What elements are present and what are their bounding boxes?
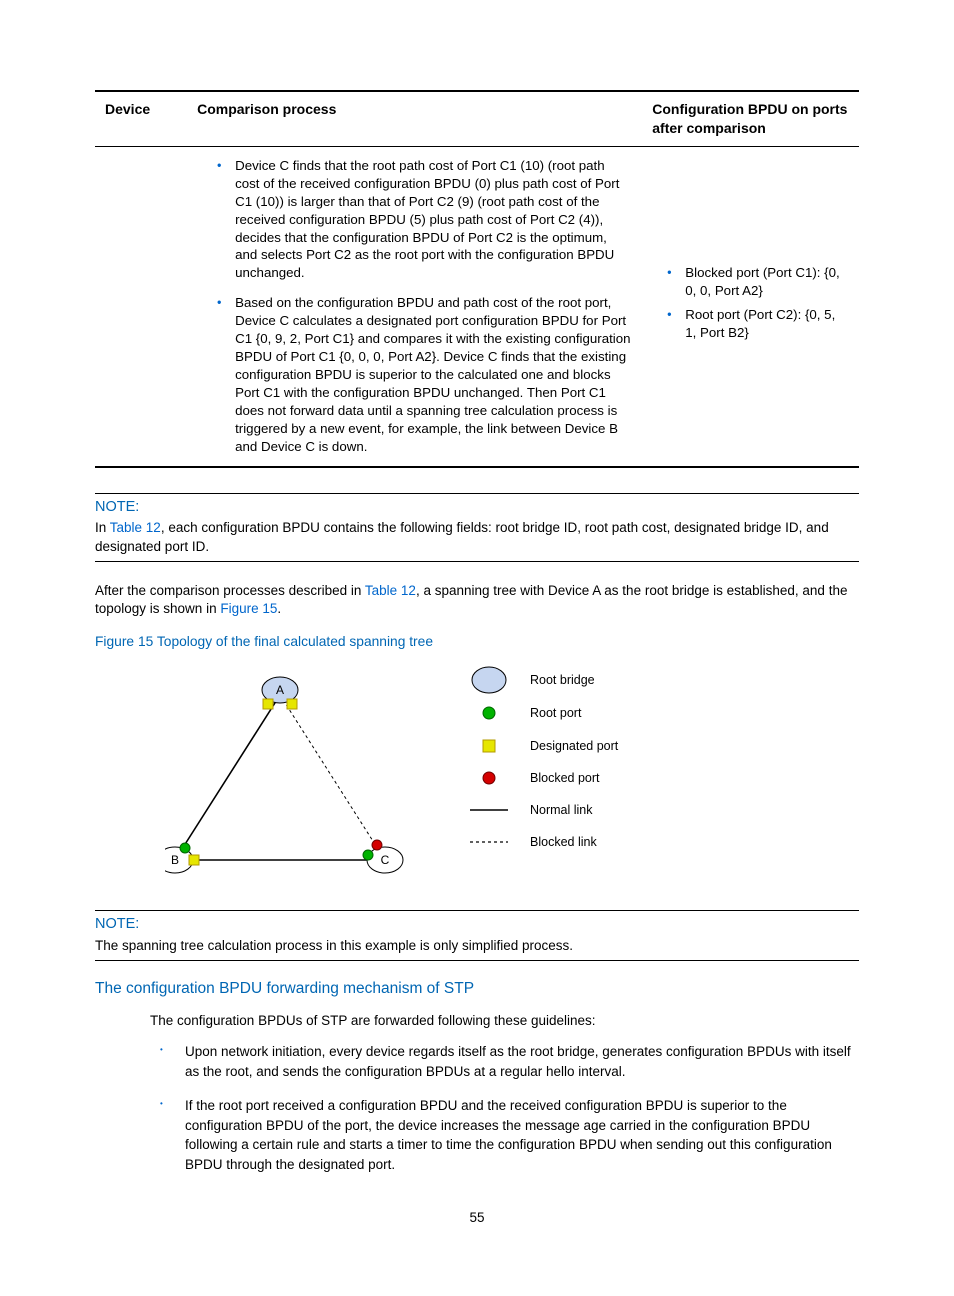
note-text: In Table 12, each configuration BPDU con…	[95, 519, 859, 561]
comparison-table: Device Comparison process Configuration …	[95, 90, 859, 468]
legend-root-port: Root port	[530, 706, 582, 720]
section-intro: The configuration BPDUs of STP are forwa…	[150, 1012, 859, 1030]
comparison-bullets: Device C finds that the root path cost o…	[197, 157, 632, 456]
note-title: NOTE:	[95, 911, 859, 937]
figure-15-link[interactable]: Figure 15	[220, 601, 277, 616]
note-block: NOTE: The spanning tree calculation proc…	[95, 910, 859, 961]
section-body: The configuration BPDUs of STP are forwa…	[95, 1012, 859, 1175]
legend-blocked-port: Blocked port	[530, 771, 600, 785]
node-b-label: B	[171, 853, 179, 867]
list-item: Based on the configuration BPDU and path…	[217, 294, 632, 455]
list-item: Blocked port (Port C1): {0, 0, 0, Port A…	[667, 264, 849, 300]
th-device: Device	[95, 91, 187, 146]
topology-svg: A B C Root bridge Root port Designated p…	[165, 665, 685, 885]
section-bullets: Upon network initiation, every device re…	[150, 1042, 859, 1174]
config-bullets: Blocked port (Port C1): {0, 0, 0, Port A…	[652, 264, 849, 342]
table-12-link[interactable]: Table 12	[365, 583, 416, 598]
note-block: NOTE: In Table 12, each configuration BP…	[95, 493, 859, 562]
legend-normal-link: Normal link	[530, 803, 593, 817]
legend-root-bridge: Root bridge	[530, 673, 595, 687]
list-item: If the root port received a configuratio…	[150, 1096, 859, 1174]
th-config: Configuration BPDU on ports after compar…	[642, 91, 859, 146]
th-comparison: Comparison process	[187, 91, 642, 146]
note-text: The spanning tree calculation process in…	[95, 937, 859, 961]
paragraph: After the comparison processes described…	[95, 582, 859, 618]
page-number: 55	[95, 1209, 859, 1227]
list-item: Root port (Port C2): {0, 5, 1, Port B2}	[667, 306, 849, 342]
table-12-link[interactable]: Table 12	[110, 520, 161, 535]
node-c-label: C	[381, 853, 390, 867]
figure-diagram: A B C Root bridge Root port Designated p…	[95, 660, 859, 910]
legend-designated-port: Designated port	[530, 739, 619, 753]
list-item: Device C finds that the root path cost o…	[217, 157, 632, 283]
table-row: Device C finds that the root path cost o…	[95, 146, 859, 467]
section-heading: The configuration BPDU forwarding mechan…	[95, 979, 859, 1000]
legend-blocked-link: Blocked link	[530, 835, 597, 849]
note-title: NOTE:	[95, 494, 859, 520]
list-item: Upon network initiation, every device re…	[150, 1042, 859, 1081]
figure-caption: Figure 15 Topology of the final calculat…	[95, 633, 859, 652]
node-a-label: A	[276, 683, 284, 697]
